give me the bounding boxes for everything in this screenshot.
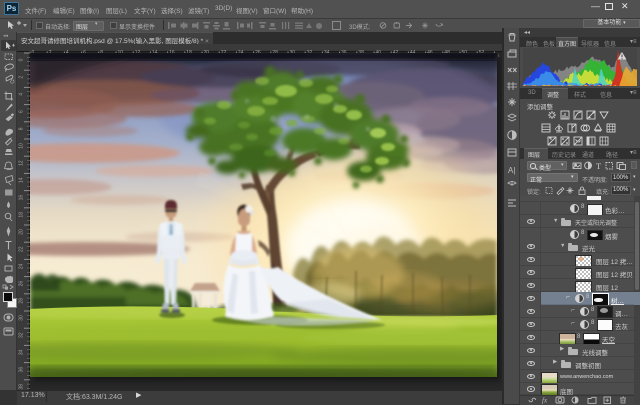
svg-text:T: T xyxy=(596,161,602,170)
svg-text:38: 38 xyxy=(19,384,25,390)
svg-text:12: 12 xyxy=(19,160,25,166)
svg-text:24: 24 xyxy=(19,263,25,269)
svg-text:16: 16 xyxy=(19,195,25,201)
svg-text:10: 10 xyxy=(19,143,25,149)
svg-text:A|: A| xyxy=(508,166,515,175)
svg-text:18: 18 xyxy=(19,212,25,218)
svg-text:32: 32 xyxy=(19,332,25,338)
svg-text:20: 20 xyxy=(19,229,25,235)
svg-text:4: 4 xyxy=(19,93,25,96)
svg-text:30: 30 xyxy=(19,315,25,321)
svg-text:0: 0 xyxy=(19,58,25,61)
svg-text:34: 34 xyxy=(19,349,25,355)
svg-text:14: 14 xyxy=(19,177,25,183)
svg-text:8: 8 xyxy=(19,127,25,130)
svg-text:26: 26 xyxy=(19,281,25,287)
svg-text:6: 6 xyxy=(19,110,25,113)
svg-text:36: 36 xyxy=(19,367,25,373)
svg-text:22: 22 xyxy=(19,246,25,252)
svg-text:2: 2 xyxy=(19,76,25,79)
svg-text:28: 28 xyxy=(19,298,25,304)
svg-text:fx: fx xyxy=(542,396,548,404)
